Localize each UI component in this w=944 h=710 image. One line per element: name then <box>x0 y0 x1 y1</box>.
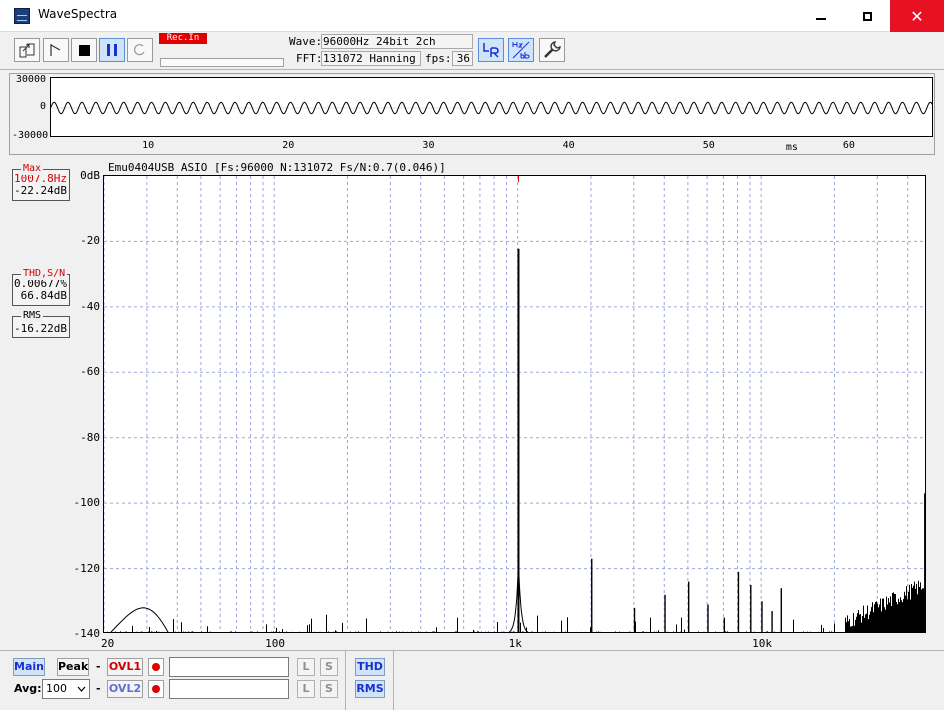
main-button[interactable]: Main <box>13 658 45 676</box>
ovl2-load-button[interactable]: L <box>297 680 315 698</box>
maximize-button[interactable] <box>844 0 890 32</box>
spectrum-y-tick-label: 0dB <box>80 169 100 182</box>
wave-x-tick-label: 20 <box>282 140 295 151</box>
avg-select[interactable]: 100 <box>42 679 90 699</box>
rms-readout: RMS -16.22dB <box>12 310 70 338</box>
wave-x-unit-label: ms <box>785 142 798 153</box>
window-title: WaveSpectra <box>38 7 118 21</box>
spectrum-y-tick-label: -80 <box>80 430 100 444</box>
close-icon: ✕ <box>910 6 924 26</box>
divider <box>345 651 346 710</box>
max-level: -22.24dB <box>14 184 67 197</box>
marker-button[interactable] <box>43 38 69 62</box>
max-title: Max <box>21 163 44 175</box>
spectrum-grid <box>104 176 925 632</box>
spectrum-header: Emu0404USB ASIO [Fs:96000 N:131072 Fs/N:… <box>108 161 446 174</box>
waveform-panel: 30000 0 -30000 10 20 30 40 50 60 ms <box>9 73 935 155</box>
avg-label: Avg: <box>14 682 42 695</box>
ovl2-save-button[interactable]: S <box>320 680 338 698</box>
minimize-icon <box>816 18 826 20</box>
maximize-icon <box>862 11 872 21</box>
low-frequency-hump <box>110 607 169 632</box>
wave-y-label: -30000 <box>12 130 49 141</box>
ovl1-file-field[interactable] <box>169 657 289 677</box>
sn-value: 66.84dB <box>20 289 67 302</box>
wave-x-tick-label: 40 <box>562 140 575 151</box>
spectrum-y-tick-label: -20 <box>80 234 100 248</box>
title-bar: WaveSpectra ✕ <box>0 0 944 32</box>
pause-icon <box>107 44 117 56</box>
fps-label: fps: <box>425 52 452 65</box>
app-icon <box>14 8 30 24</box>
chevron-down-icon <box>77 686 86 692</box>
loop-icon <box>134 44 145 56</box>
stop-icon <box>78 44 90 56</box>
ovl1-load-button[interactable]: L <box>297 658 315 676</box>
spectrum-y-tick-label: -40 <box>80 299 100 313</box>
rms-value: -16.22dB <box>14 322 67 335</box>
noise-floor <box>107 580 925 632</box>
settings-wrench-icon <box>544 41 561 58</box>
wave-y-label: 30000 <box>15 74 46 85</box>
spectrum-plot[interactable] <box>103 175 926 633</box>
avg-value: 100 <box>46 682 67 695</box>
thd-title: THD,S/N <box>21 268 68 280</box>
spectrum-x-tick-label: 1k <box>508 637 522 650</box>
input-level-meter <box>160 58 284 67</box>
ovl2-button[interactable]: OVL2 <box>107 680 143 698</box>
close-button[interactable]: ✕ <box>890 0 944 32</box>
lr-channel-button[interactable] <box>478 38 504 62</box>
peak-button[interactable]: Peak <box>57 658 89 676</box>
spectrum-y-tick-label: -100 <box>73 496 101 510</box>
spectrum-y-tick-label: -140 <box>73 627 101 640</box>
separator-dash: - <box>96 660 101 673</box>
settings-button[interactable] <box>539 38 565 62</box>
wave-x-tick-label: 60 <box>842 140 855 151</box>
control-bar: Main Peak - OVL1 L S Avg: 100 - OVL2 L S… <box>0 650 944 710</box>
minimize-button[interactable] <box>798 0 844 32</box>
ovl2-file-field[interactable] <box>169 679 289 699</box>
fft-label: FFT: <box>296 52 323 65</box>
spectrum-y-tick-label: -60 <box>80 365 100 379</box>
rms-button[interactable]: RMS <box>355 680 385 698</box>
stop-button[interactable] <box>71 38 97 62</box>
toolbar: Rec.In Wave: 96000Hz 24bit 2ch FFT: 1310… <box>0 32 944 70</box>
wave-label: Wave: <box>289 35 323 48</box>
hz-db-scale-icon <box>512 41 530 59</box>
thd-button[interactable]: THD <box>355 658 385 676</box>
ovl2-record-button[interactable] <box>148 680 164 698</box>
fps-display: 36 <box>452 51 473 66</box>
divider <box>393 651 394 710</box>
spectrum-x-tick-label: 100 <box>265 637 286 650</box>
ovl1-record-button[interactable] <box>148 658 164 676</box>
rec-input-indicator: Rec.In <box>159 33 207 44</box>
play-marker-icon <box>50 44 61 56</box>
lr-channel-icon <box>483 43 499 58</box>
spectrum-x-tick-label: 10k <box>752 637 772 650</box>
spectrum-y-tick-label: -120 <box>73 561 101 575</box>
wave-x-tick-label: 30 <box>422 140 435 151</box>
wave-format-display: 96000Hz 24bit 2ch <box>321 34 473 49</box>
waveform-plot[interactable] <box>50 77 933 137</box>
wave-x-tick-label: 10 <box>142 140 155 151</box>
loop-button[interactable] <box>127 38 153 62</box>
open-file-button[interactable] <box>14 38 40 62</box>
ovl1-save-button[interactable]: S <box>320 658 338 676</box>
fft-settings-display: 131072 Hanning <box>321 51 421 66</box>
rms-title: RMS <box>21 310 44 322</box>
open-file-icon <box>19 43 35 58</box>
spectrum-x-tick-label: 20 <box>101 637 115 650</box>
hz-db-scale-button[interactable] <box>508 38 534 62</box>
wave-x-tick-label: 50 <box>702 140 715 151</box>
wave-y-label: 0 <box>39 101 46 112</box>
ovl1-button[interactable]: OVL1 <box>107 658 143 676</box>
separator-dash: - <box>96 682 101 695</box>
pause-button[interactable] <box>99 38 125 62</box>
